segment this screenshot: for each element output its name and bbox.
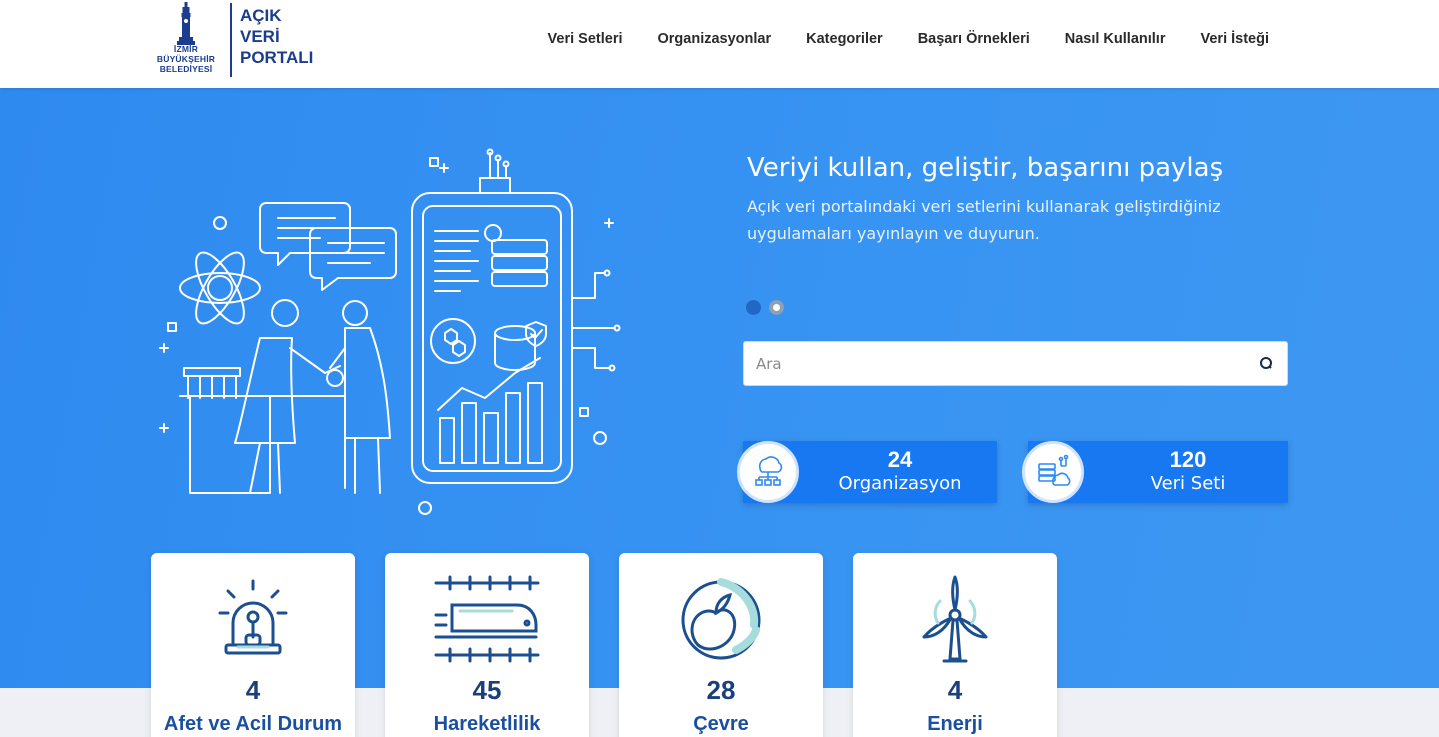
category-cards: 4 Afet ve Acil Durum 45 Hareketlilik 28 … — [151, 553, 1057, 737]
search-icon[interactable] — [1259, 356, 1273, 370]
stat-icon-circle — [1022, 441, 1084, 503]
site-header: İZMİR BÜYÜKŞEHİR BELEDİYESİ AÇIK VERİ PO… — [0, 0, 1439, 88]
wind-turbine-icon — [922, 575, 988, 663]
category-count: 4 — [947, 675, 963, 705]
logo-city-line: BELEDİYESİ — [159, 64, 213, 74]
category-count: 4 — [245, 675, 261, 705]
logo-city-name: İZMİR BÜYÜKŞEHİR BELEDİYESİ — [148, 44, 224, 74]
carousel-dot-1[interactable] — [746, 300, 761, 315]
search-box — [743, 341, 1288, 386]
nav-item-categories[interactable]: Kategoriler — [806, 31, 883, 47]
nav-item-how-to-use[interactable]: Nasıl Kullanılır — [1065, 31, 1166, 47]
search-input[interactable] — [756, 342, 1246, 385]
logo-title-line: PORTALI — [240, 48, 314, 67]
nav-item-data-request[interactable]: Veri İsteği — [1200, 31, 1269, 47]
carousel-dots — [746, 300, 784, 315]
logo-title: AÇIK VERİ PORTALI — [240, 0, 313, 80]
category-card-environment[interactable]: 28 Çevre — [619, 553, 823, 737]
stat-count: 24 — [887, 447, 913, 472]
hero-illustration — [159, 148, 621, 515]
category-label: Enerji — [927, 713, 983, 735]
stat-text: 24 Organizasyon — [803, 448, 997, 496]
logo-title-line: VERİ — [240, 27, 280, 46]
siren-icon — [218, 579, 288, 655]
logo-divider — [230, 3, 232, 77]
category-label: Afet ve Acil Durum — [163, 713, 343, 735]
hero-subtitle: Açık veri portalındaki veri setlerini ku… — [747, 197, 1221, 243]
nav-item-organizations[interactable]: Organizasyonlar — [658, 31, 772, 47]
stat-organizations[interactable]: 24 Organizasyon — [737, 441, 997, 503]
logo-city-line: İZMİR — [173, 44, 199, 54]
stat-datasets[interactable]: 120 Veri Seti — [1022, 441, 1288, 503]
main-nav: Veri Setleri Organizasyonlar Kategoriler… — [548, 31, 1269, 47]
category-count: 28 — [706, 675, 736, 705]
carousel-dot-2[interactable] — [769, 300, 784, 315]
stat-label: Veri Seti — [1150, 473, 1226, 494]
hero-title: Veriyi kullan, geliştir, başarını paylaş — [747, 153, 1224, 183]
logo-city-line: BÜYÜKŞEHİR — [156, 54, 216, 64]
stat-label: Organizasyon — [838, 473, 962, 494]
clock-tower-icon — [177, 2, 195, 45]
category-card-mobility[interactable]: 45 Hareketlilik — [385, 553, 589, 737]
nav-item-success-stories[interactable]: Başarı Örnekleri — [918, 31, 1030, 47]
logo-title-line: AÇIK — [240, 6, 282, 25]
organization-icon — [755, 456, 783, 486]
category-card-disaster[interactable]: 4 Afet ve Acil Durum — [151, 553, 355, 737]
site-logo[interactable]: İZMİR BÜYÜKŞEHİR BELEDİYESİ AÇIK VERİ PO… — [148, 0, 313, 80]
category-count: 45 — [472, 675, 502, 705]
train-icon — [434, 575, 540, 663]
izmir-logo-mark: İZMİR BÜYÜKŞEHİR BELEDİYESİ — [148, 0, 224, 80]
dataset-icon — [1038, 454, 1071, 486]
category-card-energy[interactable]: 4 Enerji — [853, 553, 1057, 737]
category-label: Hareketlilik — [433, 713, 541, 735]
globe-leaf-icon — [681, 578, 761, 660]
nav-item-datasets[interactable]: Veri Setleri — [548, 31, 623, 47]
stat-icon-circle — [737, 441, 799, 503]
stat-text: 120 Veri Seti — [1088, 448, 1288, 496]
category-label: Çevre — [693, 713, 749, 735]
stat-count: 120 — [1169, 447, 1207, 472]
